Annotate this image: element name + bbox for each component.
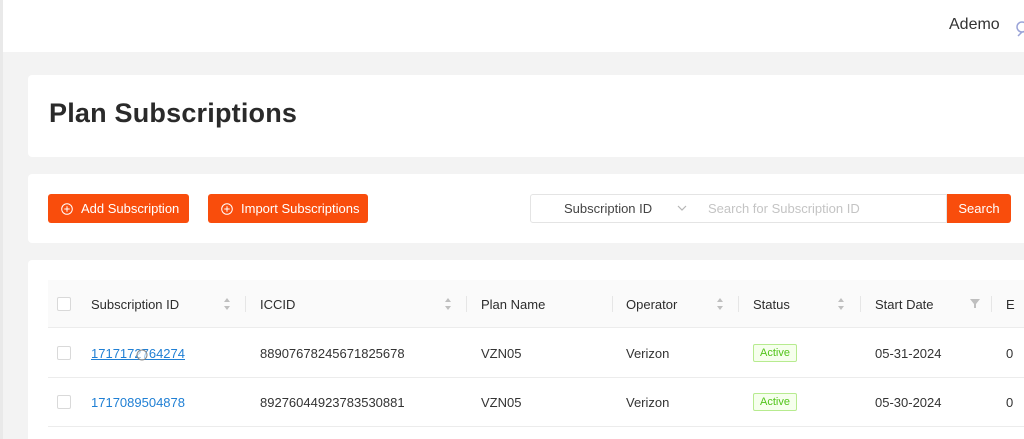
column-header-operator[interactable]: Operator [626, 280, 677, 328]
table-row: 1717172764274 88907678245671825678 VZN05… [48, 329, 1024, 378]
table-header: Subscription ID ICCID Plan Name Operator… [48, 280, 1024, 328]
import-subscriptions-button[interactable]: Import Subscriptions [208, 194, 368, 223]
user-name[interactable]: Ademo [949, 16, 1000, 34]
subscriptions-table: Subscription ID ICCID Plan Name Operator… [28, 260, 1024, 439]
page-title: Plan Subscriptions [49, 98, 298, 128]
column-divider [991, 296, 992, 312]
row-checkbox[interactable] [57, 395, 71, 409]
sort-icon[interactable] [716, 297, 724, 311]
search-button-label: Search [958, 201, 1000, 216]
column-header-end-date[interactable]: E [1006, 280, 1015, 328]
plus-circle-icon [221, 202, 233, 215]
search-button[interactable]: Search [947, 194, 1011, 223]
toolbar: Add Subscription Import Subscriptions Su… [28, 174, 1024, 243]
column-header-status[interactable]: Status [753, 280, 790, 328]
column-divider [245, 296, 246, 312]
title-card: Plan Subscriptions [28, 75, 1024, 157]
plus-circle-icon [61, 202, 73, 215]
end-date-cell: 0 [1006, 394, 1014, 410]
sort-icon[interactable] [837, 297, 845, 311]
start-date-cell: 05-31-2024 [875, 345, 942, 361]
search-input[interactable] [697, 194, 947, 223]
status-badge: Active [753, 393, 797, 411]
iccid-cell: 88907678245671825678 [260, 345, 405, 361]
iccid-cell: 89276044923783530881 [260, 394, 405, 410]
column-header-subscription-id[interactable]: Subscription ID [91, 280, 179, 328]
chevron-down-icon [677, 205, 687, 211]
column-header-plan-name[interactable]: Plan Name [481, 280, 545, 328]
top-bar: Ademo [3, 0, 1024, 52]
column-header-iccid[interactable]: ICCID [260, 280, 295, 328]
user-icon[interactable] [1016, 20, 1024, 38]
sort-icon[interactable] [223, 297, 231, 311]
column-divider [860, 296, 861, 312]
subscription-id-link[interactable]: 1717089504878 [91, 378, 185, 426]
column-divider [466, 296, 467, 312]
operator-cell: Verizon [626, 345, 670, 361]
filter-icon[interactable] [970, 299, 980, 308]
table-row: 1717089504878 89276044923783530881 VZN05… [48, 378, 1024, 427]
column-divider [612, 296, 613, 312]
column-header-start-date[interactable]: Start Date [875, 280, 934, 328]
plan-name-cell: VZN05 [481, 394, 522, 410]
mouse-cursor-icon [136, 349, 148, 361]
import-subscriptions-label: Import Subscriptions [241, 201, 360, 216]
start-date-cell: 05-30-2024 [875, 394, 942, 410]
row-checkbox[interactable] [57, 346, 71, 360]
left-edge [0, 0, 3, 439]
add-subscription-button[interactable]: Add Subscription [48, 194, 189, 223]
plan-name-cell: VZN05 [481, 345, 522, 361]
column-divider [738, 296, 739, 312]
sort-icon[interactable] [444, 297, 452, 311]
search-field-value: Subscription ID [564, 201, 653, 216]
add-subscription-label: Add Subscription [81, 201, 180, 216]
status-badge: Active [753, 344, 797, 362]
select-all-checkbox[interactable] [57, 297, 71, 311]
operator-cell: Verizon [626, 394, 670, 410]
search-field-select[interactable]: Subscription ID [530, 194, 698, 223]
end-date-cell: 0 [1006, 345, 1014, 361]
